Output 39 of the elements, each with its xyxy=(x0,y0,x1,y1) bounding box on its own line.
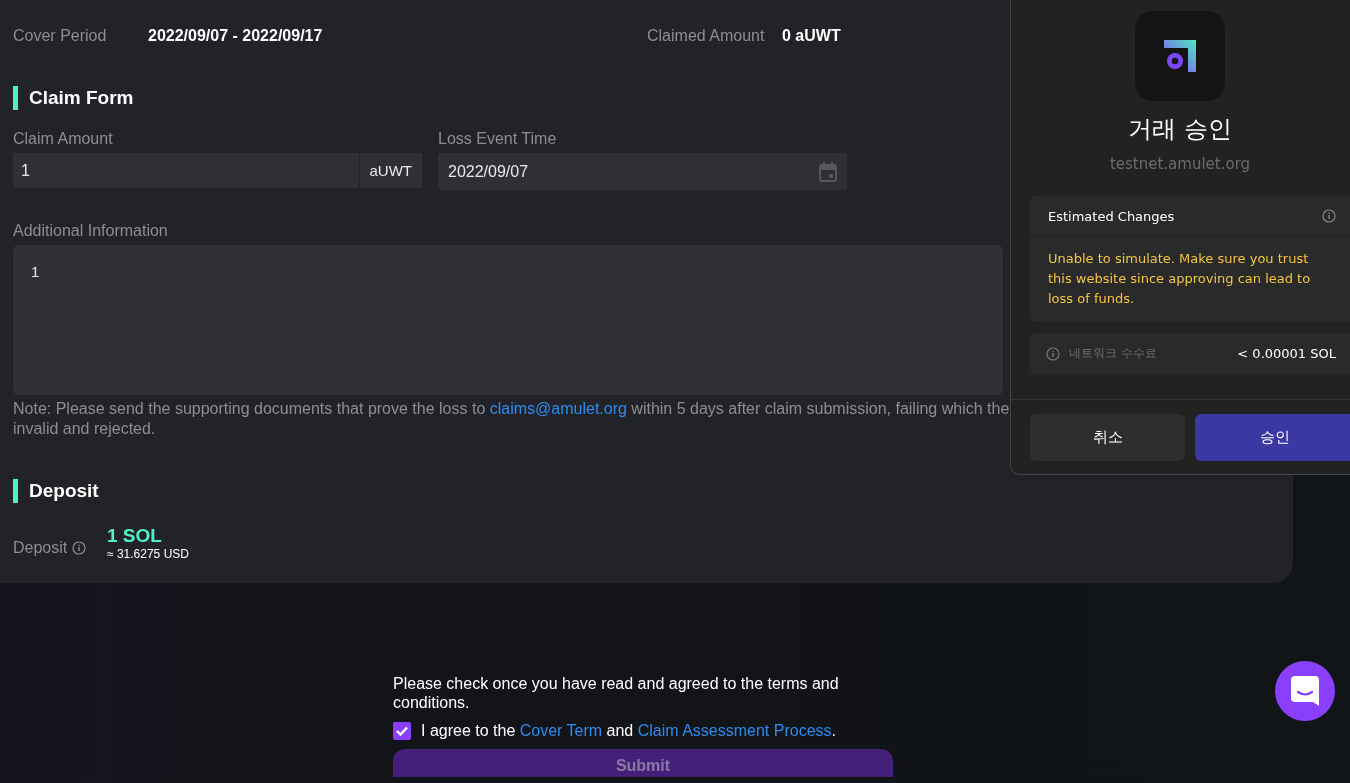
cover-term-link[interactable]: Cover Term xyxy=(519,722,603,739)
info-icon xyxy=(1046,346,1060,361)
field-label: Loss Event Time xyxy=(438,130,558,148)
approve-button[interactable]: 승인 xyxy=(1195,414,1350,461)
note-text: Note: Please send the supporting documents that prove the loss to claims@amulet.org within 5 days after claim submission, failing which the invalid and rejected. xyxy=(13,399,1010,439)
text-area[interactable]: 1 xyxy=(13,245,1003,395)
panel-title: Estimated Changes xyxy=(1048,208,1175,224)
fee-label: 네트워크 수수료 xyxy=(1069,345,1158,362)
agreement-text: I agree to the Cover Term and Claim Assessment Process. xyxy=(421,722,836,740)
usd-value: ≈ 31.6275 USD xyxy=(107,547,189,561)
summary-value: 2022/09/07 - 2022/09/17 xyxy=(148,27,324,45)
info-icon xyxy=(72,541,87,555)
app-icon xyxy=(1135,11,1225,101)
section-title: Claim Form xyxy=(29,87,134,109)
summary-label: Cover Period xyxy=(13,27,108,45)
deposit-amount: 1 SOL xyxy=(107,525,163,547)
fee-value: < 0.00001 SOL xyxy=(1237,346,1336,361)
section-accent xyxy=(13,479,18,503)
claim-amount-field[interactable]: 1 aUWT xyxy=(13,153,422,188)
chat-icon xyxy=(1290,675,1320,707)
unit-label: aUWT xyxy=(358,153,422,188)
section-accent xyxy=(13,86,18,110)
assessment-process-link[interactable]: Claim Assessment Process xyxy=(637,722,832,739)
site-url: testnet.amulet.org xyxy=(1108,155,1252,173)
summary-label: Claimed Amount xyxy=(647,27,766,45)
info-icon xyxy=(1322,209,1336,223)
section-title: Deposit xyxy=(29,480,99,502)
chat-button[interactable] xyxy=(1275,661,1335,721)
terms-prompt: Please check once you have read and agreed to the terms and conditions. xyxy=(393,674,840,712)
deposit-label: Deposit xyxy=(13,539,68,557)
cancel-button[interactable]: 취소 xyxy=(1030,414,1185,461)
checkbox[interactable] xyxy=(393,722,411,740)
dialog-title: 거래 승인 xyxy=(1127,114,1233,145)
field-label: Claim Amount xyxy=(13,130,114,148)
date-field[interactable]: 2022/09/07 xyxy=(438,153,847,190)
summary-value: 0 aUWT xyxy=(782,27,842,45)
field-label: Additional Information xyxy=(13,222,169,240)
email-link[interactable]: claims@amulet.org xyxy=(489,400,627,417)
warning-text: Unable to simulate. Make sure you trust this website since approving can lead to loss of funds. xyxy=(1047,250,1312,308)
